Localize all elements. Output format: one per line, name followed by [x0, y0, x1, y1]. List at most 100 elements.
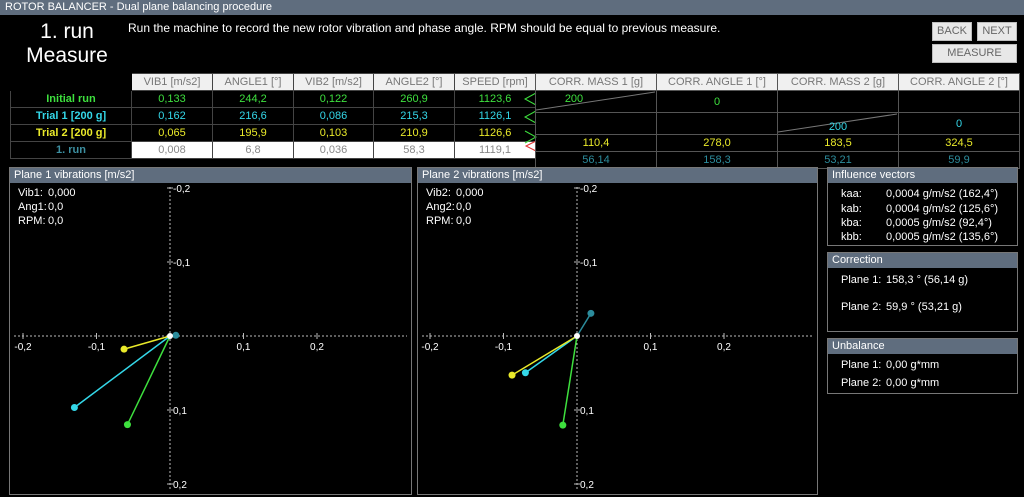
table-cell: 0,008 — [131, 141, 213, 159]
trial2-point — [508, 371, 516, 379]
table-header-cell: SPEED [rpm] — [454, 73, 536, 91]
influence-value: 0,0005 g/m/s2 (135,6°) — [886, 231, 999, 243]
empty-cell — [898, 90, 1020, 113]
correction-header-cell: CORR. MASS 2 [g] — [777, 73, 899, 91]
row-label: Trial 1 [200 g] — [10, 107, 132, 125]
calc-angle2: 324,5 — [898, 134, 1020, 152]
correction-header-cell: CORR. ANGLE 1 [°] — [656, 73, 778, 91]
y-tick-label: 0,2 — [580, 480, 594, 491]
calc-mass2: 183,5 — [777, 134, 899, 152]
plane2-polar-plot: -0,2 -0,1 0,1 0,2 -0,2 -0,1 0,1 0,2 — [421, 184, 813, 491]
table-corner — [10, 73, 132, 91]
y-tick-label: -0,2 — [173, 184, 191, 195]
calc-mass1: 110,4 — [535, 134, 657, 152]
influence-key: kbb: — [841, 231, 862, 243]
correction-header-cell: CORR. ANGLE 2 [°] — [898, 73, 1020, 91]
vib-label: Vib2: — [426, 187, 451, 199]
trial2-mass-cell: 200 — [777, 112, 899, 135]
y-tick-label: -0,1 — [173, 258, 191, 269]
plane2-ang-readout: Ang2: 0,0 — [426, 201, 471, 213]
plane1-panel: Plane 1 vibrations [m/s2] -0,2 -0,1 0,1 0,2… — [9, 167, 412, 495]
ang-value: 0,0 — [48, 201, 64, 213]
initial-run-point — [559, 421, 567, 429]
y-tick-label: 0,2 — [173, 480, 187, 491]
correction-panel: Correction Plane 1: 158,3 ° (56,14 g) Pl… — [827, 252, 1018, 332]
y-tick-label: -0,2 — [580, 184, 598, 195]
trial2-mass: 200 — [828, 120, 848, 133]
table-cell: 0,133 — [131, 90, 213, 108]
unbalance-plane1-value: 0,00 g*mm — [886, 359, 940, 371]
run-mass1: 56,14 — [535, 151, 657, 169]
correction-header-cell: CORR. MASS 1 [g] — [535, 73, 657, 91]
table-cell: 58,3 — [373, 141, 455, 159]
table-header-row: VIB1 [m/s2] ANGLE1 [°] VIB2 [m/s2] ANGLE… — [10, 73, 536, 91]
next-button[interactable]: NEXT — [977, 22, 1017, 41]
x-tick-label: -0,1 — [88, 342, 106, 353]
origin-point — [574, 333, 580, 339]
empty-cell — [535, 112, 657, 135]
correction-row-trial2: 200 0 — [535, 112, 1020, 135]
table-row: Trial 2 [200 g] 0,065 195,9 0,103 210,9 … — [10, 124, 536, 142]
back-button[interactable]: BACK — [932, 22, 972, 41]
correction-table: CORR. MASS 1 [g] CORR. ANGLE 1 [°] CORR.… — [535, 73, 1020, 169]
plane2-vib-readout: Vib2: 0,000 — [426, 187, 484, 199]
calc-angle1: 278,0 — [656, 134, 778, 152]
row-label: Trial 2 [200 g] — [10, 124, 132, 142]
plane2-rpm-readout: RPM: 0,0 — [426, 215, 471, 227]
table-header-cell: VIB1 [m/s2] — [131, 73, 213, 91]
correction-plane2-label: Plane 2: — [841, 301, 882, 313]
correction-row-trial1: 200 0 — [535, 90, 1020, 113]
unbalance-panel: Unbalance Plane 1: 0,00 g*mm Plane 2: 0,… — [827, 338, 1018, 394]
trial1-angle: 0 — [656, 90, 778, 113]
table-cell: 0,162 — [131, 107, 213, 125]
table-cell: 244,2 — [212, 90, 294, 108]
table-cell: 0,103 — [293, 124, 374, 142]
influence-key: kaa: — [841, 188, 862, 200]
correction-row-calc: 110,4 278,0 183,5 324,5 — [535, 134, 1020, 152]
influence-panel: Influence vectors kaa: 0,0004 g/m/s2 (16… — [827, 167, 1018, 246]
trial2-angle: 0 — [898, 112, 1020, 135]
table-row: 1. run 0,008 6,8 0,036 58,3 1119,1 — [10, 141, 536, 159]
correction-title: Correction — [828, 253, 1017, 268]
run-mass2: 53,21 — [777, 151, 899, 169]
trial1-point — [521, 369, 529, 377]
plane2-panel: Plane 2 vibrations [m/s2] -0,2 -0,1 0,1 0,2… — [417, 167, 818, 495]
empty-cell — [656, 112, 778, 135]
table-cell: 0,086 — [293, 107, 374, 125]
correction-row-run: 56,14 158,3 53,21 59,9 — [535, 151, 1020, 169]
step-title-run: 1. run — [40, 20, 94, 43]
diagonal-line-icon — [536, 91, 655, 111]
vib-label: Vib1: — [18, 187, 43, 199]
trial2-point-vector — [511, 335, 578, 376]
row-label: 1. run — [10, 141, 132, 159]
plane2-title: Plane 2 vibrations [m/s2] — [418, 168, 817, 183]
unbalance-plane1-label: Plane 1: — [841, 359, 882, 371]
run1-point — [172, 331, 180, 339]
ang-label: Ang1: — [18, 201, 47, 213]
plane1-ang-readout: Ang1: 0,0 — [18, 201, 63, 213]
unbalance-plane2-label: Plane 2: — [841, 377, 882, 389]
plane1-polar-plot: -0,2 -0,1 0,1 0,2 -0,2 -0,1 0,1 0,2 — [14, 184, 407, 491]
unbalance-plane2-value: 0,00 g*mm — [886, 377, 940, 389]
x-tick-label: -0,1 — [495, 342, 513, 353]
x-tick-label: -0,2 — [14, 342, 32, 353]
rpm-value: 0,0 — [48, 215, 64, 227]
initial-run-point-vector — [126, 335, 171, 425]
correction-plane1-label: Plane 1: — [841, 274, 882, 286]
measure-button[interactable]: MEASURE — [932, 44, 1017, 63]
window-titlebar: ROTOR BALANCER - Dual plane balancing pr… — [0, 0, 1024, 15]
trial2-point-vector — [123, 335, 171, 350]
rpm-label: RPM: — [426, 215, 454, 227]
vib-value: 0,000 — [48, 187, 76, 199]
empty-cell — [777, 90, 899, 113]
trial2-point — [120, 345, 128, 353]
vib-value: 0,000 — [456, 187, 484, 199]
trial1-point — [70, 403, 78, 411]
trial1-mass-cell: 200 — [535, 90, 657, 113]
y-tick-label: 0,1 — [173, 406, 187, 417]
table-cell: 215,3 — [373, 107, 455, 125]
rpm-label: RPM: — [18, 215, 46, 227]
initial-run-point-vector — [562, 335, 578, 426]
run-angle2: 59,9 — [898, 151, 1020, 169]
influence-key: kba: — [841, 217, 862, 229]
